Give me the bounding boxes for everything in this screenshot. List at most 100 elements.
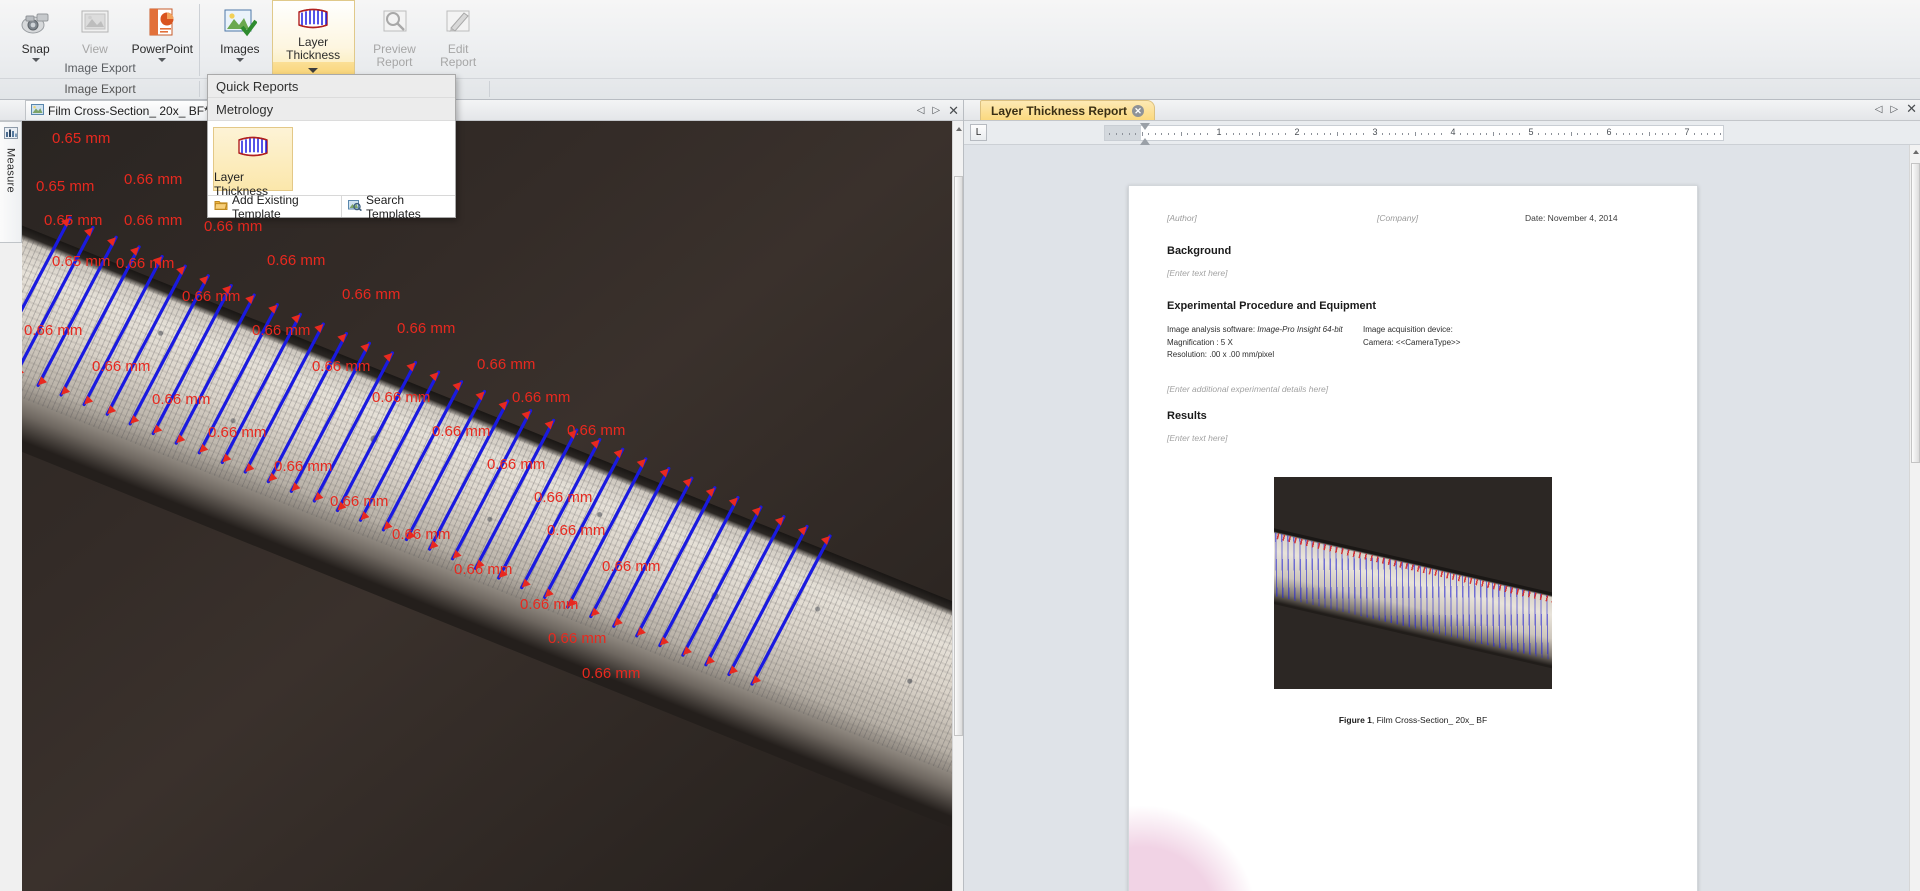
ruler-tick [1187, 133, 1188, 135]
ruler-tick [1668, 133, 1669, 135]
ruler-tick [1558, 133, 1559, 135]
scroll-up-icon[interactable] [1913, 150, 1919, 154]
measurement-label[interactable]: 0.66 mm [274, 458, 332, 475]
ruler-tick [1148, 133, 1149, 135]
images-button[interactable]: Images [208, 0, 272, 78]
measurement-label[interactable]: 0.66 mm [548, 630, 606, 647]
measurement-label[interactable]: 0.66 mm [116, 255, 174, 272]
measurement-label[interactable]: 0.66 mm [534, 489, 592, 506]
measurement-label[interactable]: 0.65 mm [44, 212, 102, 229]
sidebar-item-measure[interactable]: Measure [0, 121, 22, 243]
measurement-label[interactable]: 0.66 mm [520, 596, 578, 613]
measurement-label[interactable]: 0.66 mm [547, 522, 605, 539]
layer-thickness-button[interactable]: Layer Thickness [272, 0, 355, 78]
scrollbar-thumb[interactable] [1911, 163, 1920, 463]
chevron-left-icon[interactable]: ◁ [917, 105, 925, 116]
ruler-tick [1584, 133, 1585, 135]
measurement-label[interactable]: 0.66 mm [487, 456, 545, 473]
edit-report-button[interactable]: Edit Report [426, 0, 490, 78]
company-placeholder[interactable]: [Company] [1377, 213, 1525, 223]
measurement-label[interactable]: 0.66 mm [208, 424, 266, 441]
measurement-label[interactable]: 0.66 mm [92, 358, 150, 375]
measurement-label[interactable]: 0.66 mm [582, 665, 640, 682]
measurement-label[interactable]: 0.66 mm [454, 561, 512, 578]
ruler-tick [1181, 132, 1182, 136]
measurement-label[interactable]: 0.66 mm [432, 423, 490, 440]
measurement-label[interactable]: 0.66 mm [330, 493, 388, 510]
image-vertical-scrollbar[interactable] [952, 121, 963, 891]
measurement-label[interactable]: 0.66 mm [602, 558, 660, 575]
search-templates-label: Search Templates [366, 193, 449, 221]
measurement-label[interactable]: 0.66 mm [512, 389, 570, 406]
measurement-label[interactable]: 0.66 mm [342, 286, 400, 303]
report-figure-image[interactable] [1274, 477, 1552, 689]
ruler-tick [1512, 133, 1513, 135]
scrollbar-thumb[interactable] [954, 176, 963, 736]
ruler-tick [1233, 133, 1234, 135]
measurement-label[interactable]: 0.66 mm [567, 422, 625, 439]
ruler-tick [1239, 133, 1240, 135]
chevron-left-icon[interactable]: ◁ [1875, 104, 1883, 115]
layer-thickness-button-label: Layer Thickness [273, 36, 354, 62]
ruler-tick [1278, 133, 1279, 135]
measurement-label[interactable]: 0.66 mm [397, 320, 455, 337]
measurement-line[interactable] [22, 218, 70, 366]
tab-layer-thickness-report[interactable]: Layer Thickness Report ✕ [980, 100, 1155, 120]
measurement-label[interactable]: 0.65 mm [36, 178, 94, 195]
measurement-label[interactable]: 0.66 mm [477, 356, 535, 373]
report-page[interactable]: [Author] [Company] Date: November 4, 201… [1128, 185, 1698, 891]
images-button-label: Images [220, 43, 259, 56]
report-tabbar: Layer Thickness Report ✕ ◁ ▷ ✕ [964, 100, 1920, 121]
group-title-image-export: Image Export [0, 79, 200, 99]
ruler-number: 2 [1294, 127, 1299, 137]
report-panel-window-controls: ◁ ▷ ✕ [1875, 101, 1917, 117]
preview-report-button-label: Preview Report [373, 43, 416, 69]
background-text-field[interactable]: [Enter text here] [1167, 268, 1659, 278]
measurement-label[interactable]: 0.66 mm [204, 218, 262, 235]
menu-item-layer-thickness[interactable]: Layer Thickness [213, 127, 293, 191]
measurement-label[interactable]: 0.66 mm [267, 252, 325, 269]
report-vertical-scrollbar[interactable] [1909, 145, 1920, 891]
measurement-label[interactable]: 0.66 mm [152, 391, 210, 408]
ruler-tick [1200, 133, 1201, 135]
close-icon[interactable]: ✕ [1906, 101, 1917, 117]
ruler-tick [1304, 133, 1305, 135]
report-page-area[interactable]: [Author] [Company] Date: November 4, 201… [964, 145, 1910, 891]
image-document-tab[interactable]: Film Cross-Section_ 20x_ BF* ✕ [25, 100, 235, 120]
preview-report-button[interactable]: Preview Report [363, 0, 427, 78]
close-icon[interactable]: ✕ [1132, 105, 1144, 117]
edit-report-button-label: Edit Report [440, 43, 476, 69]
ruler-tick [1337, 132, 1338, 136]
measurement-label[interactable]: 0.66 mm [124, 171, 182, 188]
view-image-icon [76, 4, 114, 40]
tab-stop-left-icon[interactable]: L [970, 124, 987, 141]
search-templates-button[interactable]: Search Templates [341, 196, 455, 217]
additional-details-field[interactable]: [Enter additional experimental details h… [1167, 384, 1659, 394]
add-existing-template-button[interactable]: Add Existing Template [208, 196, 341, 217]
horizontal-ruler[interactable]: 1234567 [1104, 125, 1724, 141]
chevron-right-icon[interactable]: ▷ [932, 105, 940, 116]
measurement-label[interactable]: 0.65 mm [52, 130, 110, 147]
microscopy-image-viewport[interactable]: 0.65 mm 0.65 mm 0.66 mm 0.65 mm 0.66 mm 0.66 … [22, 121, 952, 891]
author-placeholder[interactable]: [Author] [1167, 213, 1377, 223]
software-label: Image analysis software: [1167, 325, 1255, 334]
close-icon[interactable]: ✕ [948, 103, 959, 119]
measurement-label[interactable]: 0.66 mm [182, 288, 240, 305]
scroll-up-icon[interactable] [956, 127, 962, 131]
chevron-down-icon[interactable] [236, 58, 244, 62]
view-button-label: View [82, 43, 108, 56]
measurement-label[interactable]: 0.66 mm [392, 526, 450, 543]
measurement-label[interactable]: 0.66 mm [24, 322, 82, 339]
measurement-label[interactable]: 0.66 mm [124, 212, 182, 229]
menu-body: Layer Thickness [208, 121, 455, 194]
ruler-tick [1460, 133, 1461, 135]
chevron-right-icon[interactable]: ▷ [1890, 104, 1898, 115]
measurement-label[interactable]: 0.66 mm [252, 322, 310, 339]
ruler-tick [1116, 133, 1117, 135]
measurement-label[interactable]: 0.66 mm [372, 389, 430, 406]
ruler-tick [1168, 133, 1169, 135]
camera-icon [17, 4, 55, 40]
measurement-label[interactable]: 0.66 mm [312, 358, 370, 375]
results-text-field[interactable]: [Enter text here] [1167, 433, 1659, 443]
measurement-label[interactable]: 0.65 mm [52, 253, 110, 270]
